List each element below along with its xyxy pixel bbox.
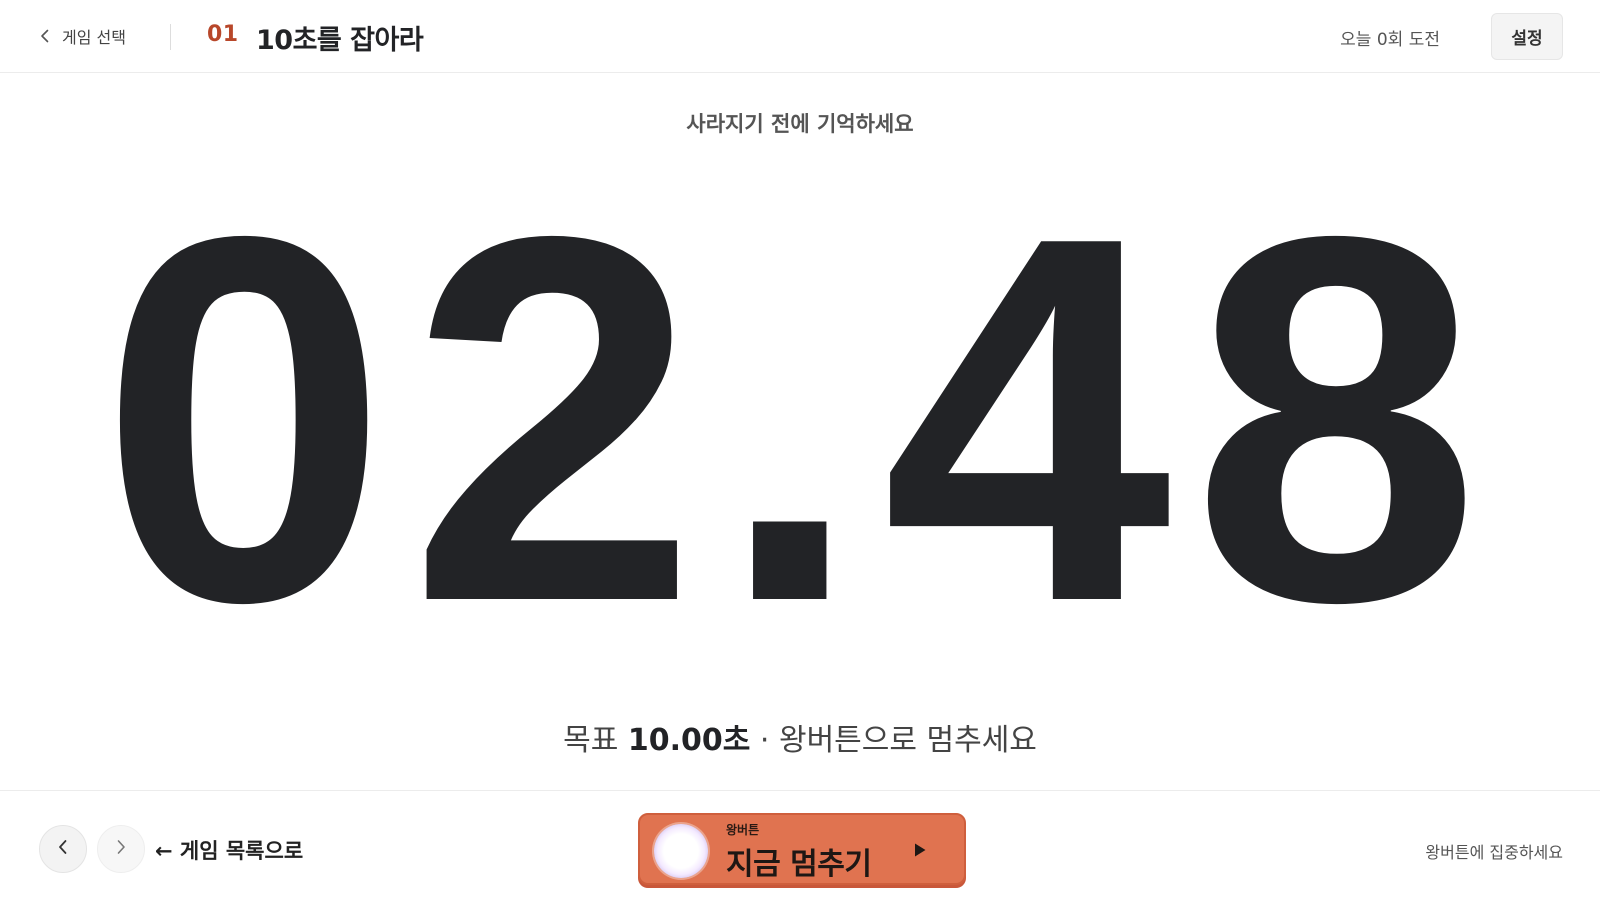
game-select-label: 게임 선택: [62, 28, 126, 47]
chevron-left-icon: [38, 29, 52, 43]
goal-instruction: 목표 10.00초 · 왕버튼으로 멈추세요: [0, 715, 1600, 759]
timer-display: 02.48: [99, 129, 1501, 710]
game-title: 10초를 잡아라: [256, 25, 424, 56]
header-bar: 게임 선택 01 10초를 잡아라 오늘 0회 도전 설정: [0, 0, 1600, 73]
game-number: 01: [207, 22, 239, 47]
goal-value: 10.00초: [627, 723, 751, 758]
chevron-left-icon: [57, 839, 69, 859]
next-button[interactable]: [97, 825, 145, 873]
orb-icon: [654, 824, 708, 878]
focus-hint: 왕버튼에 집중하세요: [1425, 843, 1563, 862]
king-button-main-label: 지금 멈추기: [726, 847, 872, 882]
previous-button[interactable]: [39, 825, 87, 873]
goal-prefix: 목표: [563, 723, 619, 758]
king-button-small-label: 왕버튼: [726, 823, 760, 837]
back-to-game-list-link[interactable]: ← 게임 목록으로: [155, 835, 303, 865]
game-select-back-link[interactable]: 게임 선택: [38, 22, 126, 50]
header-divider: [170, 24, 171, 50]
settings-button[interactable]: 설정: [1491, 13, 1563, 60]
attempts-counter: 오늘 0회 도전: [1340, 30, 1440, 50]
play-icon: [912, 841, 928, 859]
king-stop-button[interactable]: 왕버튼 지금 멈추기: [638, 813, 966, 885]
footer-bar: ← 게임 목록으로 왕버튼 지금 멈추기 왕버튼에 집중하세요: [0, 790, 1600, 902]
goal-suffix: · 왕버튼으로 멈추세요: [759, 723, 1037, 758]
chevron-right-icon: [115, 839, 127, 859]
game-page: 게임 선택 01 10초를 잡아라 오늘 0회 도전 설정 사라지기 전에 기억…: [0, 0, 1600, 902]
